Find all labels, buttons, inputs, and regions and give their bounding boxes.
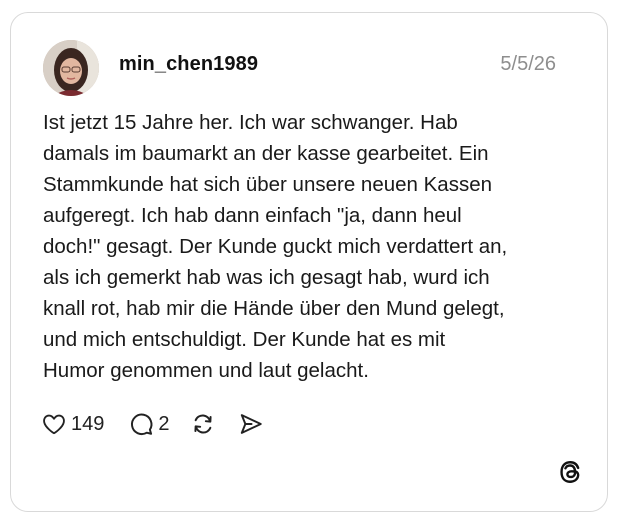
share-button[interactable]: [238, 411, 264, 437]
send-icon: [240, 414, 262, 434]
username[interactable]: min_chen1989: [119, 53, 258, 76]
avatar[interactable]: [43, 40, 99, 96]
like-button[interactable]: 149: [41, 411, 104, 437]
threads-logo-icon: [557, 459, 583, 485]
post-date: 5/5/26: [500, 53, 556, 75]
like-count: 149: [71, 412, 105, 435]
comment-button[interactable]: 2: [128, 411, 170, 437]
repost-button[interactable]: [190, 411, 216, 437]
comment-bubble-icon: [131, 413, 153, 436]
comment-count: 2: [158, 412, 170, 435]
post-text: Ist jetzt 15 Jahre her. Ich war schwange…: [43, 111, 508, 382]
heart-icon: [43, 414, 65, 435]
post-card: min_chen1989 5/5/26 Ist jetzt 15 Jahre h…: [10, 12, 608, 512]
post-actions: 149 2: [41, 409, 264, 439]
repost-icon: [193, 414, 212, 434]
